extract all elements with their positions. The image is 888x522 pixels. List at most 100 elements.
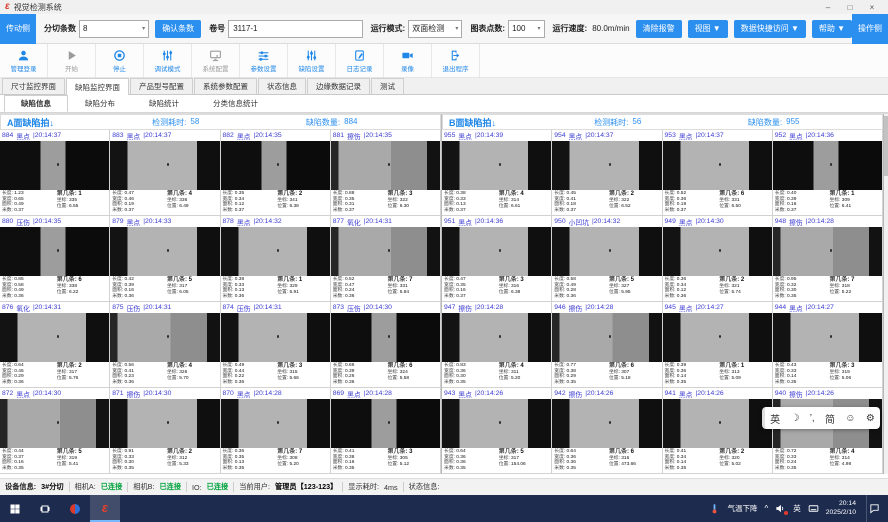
defect-cell[interactable]: 941 黑点 |20:14:26 长度: 0.41 宽度: 0.34 面积: 0… (663, 388, 773, 474)
action-center-icon[interactable] (866, 495, 882, 522)
operator-side-button[interactable]: 操作侧 (852, 14, 888, 44)
defect-cell[interactable]: 945 黑点 |20:14:27 长度: 0.39 宽度: 0.36 面积: 0… (663, 302, 773, 388)
defect-cell[interactable]: 870 黑点 |20:14:28 长度: 0.36 宽度: 0.35 面积: 0… (221, 388, 331, 474)
defect-cell[interactable]: 943 黑点 |20:14:26 长度: 0.64 宽度: 0.36 面积: 0… (442, 388, 552, 474)
defect-image[interactable] (0, 313, 109, 362)
defect-image[interactable] (773, 313, 882, 362)
defect-button[interactable]: 缺陷设置 (288, 44, 336, 77)
log-button[interactable]: 日志记录 (336, 44, 384, 77)
ime-item-5[interactable]: ⚙ (866, 413, 875, 424)
defect-image[interactable] (663, 399, 772, 448)
ime-item-3[interactable]: 简 (825, 411, 835, 426)
defect-image[interactable] (663, 227, 772, 276)
defect-image[interactable] (110, 399, 219, 448)
defect-cell[interactable]: 883 黑点 |20:14:37 长度: 0.47 宽度: 0.46 面积: 0… (110, 130, 220, 216)
subtab-0[interactable]: 缺陷信息 (4, 95, 68, 112)
slit-count-select[interactable]: 8 ▾ (79, 20, 149, 38)
view-menu-button[interactable]: 视图 ▼ (688, 20, 728, 38)
defect-cell[interactable]: 873 压伤 |20:14:30 长度: 0.66 宽度: 0.39 面积: 0… (331, 302, 441, 388)
roll-number-input[interactable]: 3117-1 (228, 20, 362, 38)
defect-cell[interactable]: 884 黑点 |20:14:37 长度: 1.23 宽度: 0.65 面积: 0… (0, 130, 110, 216)
defect-image[interactable] (0, 399, 109, 448)
record-button[interactable]: 录像 (384, 44, 432, 77)
defect-image[interactable] (663, 313, 772, 362)
confirm-count-button[interactable]: 确认条数 (155, 20, 201, 38)
defect-cell[interactable]: 949 黑点 |20:14:30 长度: 0.36 宽度: 0.34 面积: 0… (663, 216, 773, 302)
defect-cell[interactable]: 942 擦伤 |20:14:26 长度: 0.64 宽度: 0.36 面积: 0… (552, 388, 662, 474)
defect-image[interactable] (0, 141, 109, 190)
system-button[interactable]: 系统配置 (192, 44, 240, 77)
defect-image[interactable] (663, 141, 772, 190)
drive-side-button[interactable]: 传动侧 (0, 14, 36, 44)
vertical-scrollbar[interactable] (884, 114, 888, 474)
ime-item-1[interactable]: ☽ (790, 413, 799, 424)
defect-cell[interactable]: 946 擦伤 |20:14:28 长度: 0.77 宽度: 0.38 面积: 0… (552, 302, 662, 388)
tab-2[interactable]: 产品型号配置 (130, 78, 193, 94)
defect-cell[interactable]: 877 氧化 |20:14:31 长度: 0.52 宽度: 0.47 面积: 0… (331, 216, 441, 302)
speaker-icon[interactable] (775, 503, 786, 514)
defect-cell[interactable]: 881 擦伤 |20:14:35 长度: 0.88 宽度: 0.35 面积: 0… (331, 130, 441, 216)
defect-cell[interactable]: 872 黑点 |20:14:30 长度: 0.44 宽度: 0.37 面积: 0… (0, 388, 110, 474)
tab-5[interactable]: 边缘数据记录 (307, 78, 370, 94)
defect-image[interactable] (331, 399, 440, 448)
defect-image[interactable] (552, 141, 661, 190)
tab-6[interactable]: 测试 (371, 78, 404, 94)
tab-0[interactable]: 尺寸监控界面 (2, 78, 65, 94)
run-mode-select[interactable]: 双面检测 ▾ (408, 20, 462, 38)
clear-alarm-button[interactable]: 清除报警 (636, 20, 682, 38)
scrollbar-thumb[interactable] (884, 116, 888, 176)
subtab-3[interactable]: 分类信息统计 (196, 95, 275, 112)
ime-item-4[interactable]: ☺ (845, 413, 855, 424)
data-access-menu-button[interactable]: 数据快捷访问 ▼ (734, 20, 806, 38)
panel-a-title[interactable]: A面缺陷拍↓ (7, 116, 152, 129)
defect-image[interactable] (442, 141, 551, 190)
debug-button[interactable]: 调试模式 (144, 44, 192, 77)
defect-cell[interactable]: 874 压伤 |20:14:31 长度: 0.49 宽度: 0.44 面积: 0… (221, 302, 331, 388)
defect-image[interactable] (331, 313, 440, 362)
ime-item-0[interactable]: 英 (770, 411, 780, 426)
login-button[interactable]: 管理登录 (0, 44, 48, 77)
defect-image[interactable] (773, 141, 882, 190)
maximize-button[interactable]: □ (839, 3, 861, 12)
defect-image[interactable] (221, 141, 330, 190)
defect-cell[interactable]: 878 黑点 |20:14:32 长度: 0.38 宽度: 0.33 面积: 0… (221, 216, 331, 302)
defect-cell[interactable]: 876 氧化 |20:14:31 长度: 0.64 宽度: 0.45 面积: 0… (0, 302, 110, 388)
defect-cell[interactable]: 882 黑点 |20:14:35 长度: 0.35 宽度: 0.34 面积: 0… (221, 130, 331, 216)
tray-expand-chevron[interactable]: ^ (764, 504, 768, 513)
defect-image[interactable] (442, 227, 551, 276)
defect-image[interactable] (221, 227, 330, 276)
defect-cell[interactable]: 880 压伤 |20:14:35 长度: 0.85 宽度: 0.58 面积: 0… (0, 216, 110, 302)
help-menu-button[interactable]: 帮助 ▼ (812, 20, 852, 38)
defect-image[interactable] (773, 227, 882, 276)
exit-button[interactable]: 退出程序 (432, 44, 480, 77)
detection-app-taskbar-icon[interactable]: ε (90, 495, 120, 522)
defect-image[interactable] (552, 227, 661, 276)
defect-cell[interactable]: 879 黑点 |20:14:33 长度: 0.42 宽度: 0.39 面积: 0… (110, 216, 220, 302)
defect-image[interactable] (552, 399, 661, 448)
defect-image[interactable] (0, 227, 109, 276)
chart-points-select[interactable]: 100 ▾ (508, 20, 544, 38)
defect-cell[interactable]: 955 黑点 |20:14:39 长度: 0.38 宽度: 0.33 面积: 0… (442, 130, 552, 216)
ime-toolbar[interactable]: 英 ☽ ’, 简 ☺ ⚙ (762, 407, 880, 429)
defect-cell[interactable]: 954 黑点 |20:14:37 长度: 0.45 宽度: 0.41 面积: 0… (552, 130, 662, 216)
task-view-icon[interactable] (30, 495, 60, 522)
defect-image[interactable] (110, 227, 219, 276)
defect-image[interactable] (331, 227, 440, 276)
panel-b-title[interactable]: B面缺陷拍↓ (449, 116, 594, 129)
start-button[interactable]: 开始 (48, 44, 96, 77)
stop-button[interactable]: 停止 (96, 44, 144, 77)
defect-image[interactable] (110, 141, 219, 190)
defect-image[interactable] (221, 399, 330, 448)
defect-cell[interactable]: 948 擦伤 |20:14:28 长度: 0.95 宽度: 0.32 面积: 0… (773, 216, 883, 302)
defect-image[interactable] (331, 141, 440, 190)
defect-cell[interactable]: 940 擦伤 |20:14:26 长度: 0.72 宽度: 0.33 面积: 0… (773, 388, 883, 474)
defect-image[interactable] (110, 313, 219, 362)
defect-cell[interactable]: 947 擦伤 |20:14:28 长度: 0.83 宽度: 0.36 面积: 0… (442, 302, 552, 388)
tab-1[interactable]: 缺陷监控界面 (66, 78, 129, 95)
close-button[interactable]: × (861, 3, 883, 12)
defect-cell[interactable]: 869 黑点 |20:14:28 长度: 0.41 宽度: 0.38 面积: 0… (331, 388, 441, 474)
defect-cell[interactable]: 952 黑点 |20:14:36 长度: 0.40 宽度: 0.39 面积: 0… (773, 130, 883, 216)
ime-item-2[interactable]: ’, (810, 413, 815, 424)
minimize-button[interactable]: – (817, 3, 839, 12)
clock[interactable]: 20:14 2025/2/10 (826, 500, 856, 517)
